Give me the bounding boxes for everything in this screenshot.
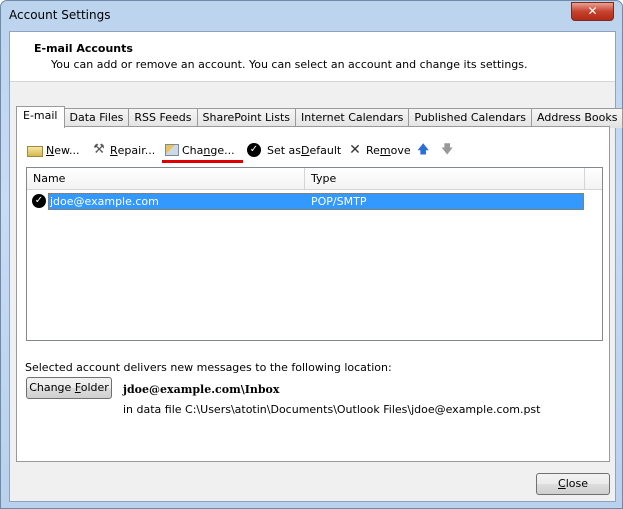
column-divider[interactable] <box>304 168 305 190</box>
delivery-folder: jdoe@example.com\Inbox <box>123 383 280 396</box>
table-row[interactable]: ✓ jdoe@example.com POP/SMTP <box>27 193 584 210</box>
new-label-key: N <box>46 143 55 157</box>
change-label-post: ge... <box>210 143 235 157</box>
set-default-label-key: D <box>301 143 310 157</box>
change-settings-icon: ​ <box>165 144 179 156</box>
new-label-post: ew... <box>54 143 80 157</box>
remove-x-icon: ✕ <box>349 142 361 158</box>
repair-button[interactable]: ⚒ Repair... <box>91 141 155 159</box>
column-divider[interactable] <box>584 168 585 190</box>
change-folder-pre: Change <box>29 381 75 394</box>
header-description: You can add or remove an account. You ca… <box>51 58 528 71</box>
window-close-button[interactable]: ✕ <box>571 2 614 21</box>
email-tab-panel: ​ New... ⚒ Repair... ​ Change... ✓ Set a… <box>16 126 610 462</box>
dialog-header: E-mail Accounts You can add or remove an… <box>10 32 615 82</box>
change-label-pre: Cha <box>182 143 204 157</box>
move-up-arrow-icon[interactable]: 🡅 <box>417 141 429 159</box>
tab-data-files[interactable]: Data Files <box>63 108 130 128</box>
dialog-client: E-mail Accounts You can add or remove an… <box>9 31 623 502</box>
tab-published-calendars[interactable]: Published Calendars <box>408 108 533 128</box>
repair-label-key: R <box>110 143 118 157</box>
remove-label-post: ove <box>390 143 411 157</box>
tab-internet-calendars[interactable]: Internet Calendars <box>295 108 410 128</box>
delivery-label: Selected account delivers new messages t… <box>25 361 392 374</box>
checkmark-icon: ✓ <box>247 143 261 157</box>
account-name: jdoe@example.com <box>50 195 159 208</box>
header-title: E-mail Accounts <box>34 42 133 55</box>
set-as-default-button[interactable]: ✓ Set as Default <box>247 141 341 159</box>
data-file-path: in data file C:\Users\atotin\Documents\O… <box>123 403 541 416</box>
column-header-name[interactable]: Name <box>33 172 65 185</box>
account-settings-window: Account Settings ✕ E-mail Accounts You c… <box>0 0 623 509</box>
window-title: Account Settings <box>9 8 111 22</box>
remove-label-key: m <box>379 143 391 157</box>
set-default-label-post: efault <box>309 143 342 157</box>
move-down-arrow-icon[interactable]: 🡇 <box>441 141 453 159</box>
tab-email[interactable]: E-mail <box>16 106 65 128</box>
new-button[interactable]: ​ New... <box>27 141 79 159</box>
column-header-type[interactable]: Type <box>311 172 336 185</box>
new-account-icon: ​ <box>27 146 43 157</box>
change-folder-button[interactable]: Change Folder <box>26 377 112 399</box>
tab-sharepoint-lists[interactable]: SharePoint Lists <box>196 108 297 128</box>
accounts-list[interactable]: Name Type ✓ jdoe@example.com POP/SMTP <box>26 167 603 341</box>
default-account-check-icon: ✓ <box>32 194 46 208</box>
close-key: C <box>558 477 566 490</box>
remove-button[interactable]: ✕ Re m ove <box>347 141 411 159</box>
tab-strip: E-mail Data Files RSS Feeds SharePoint L… <box>16 106 623 128</box>
change-button[interactable]: ​ Change... <box>165 141 235 159</box>
change-folder-post: older <box>80 381 109 394</box>
close-post: lose <box>565 477 588 490</box>
close-button[interactable]: Close <box>536 473 610 495</box>
change-highlight-underline <box>162 160 243 163</box>
tab-address-books[interactable]: Address Books <box>531 108 623 128</box>
account-type: POP/SMTP <box>311 195 367 208</box>
tools-icon: ⚒ <box>93 142 105 157</box>
list-header: Name Type <box>27 168 602 190</box>
remove-label-pre: Re <box>366 143 380 157</box>
repair-label-post: epair... <box>117 143 156 157</box>
tab-rss-feeds[interactable]: RSS Feeds <box>128 108 198 128</box>
set-default-label-pre: Set as <box>267 143 302 157</box>
change-label-key: n <box>203 143 211 157</box>
